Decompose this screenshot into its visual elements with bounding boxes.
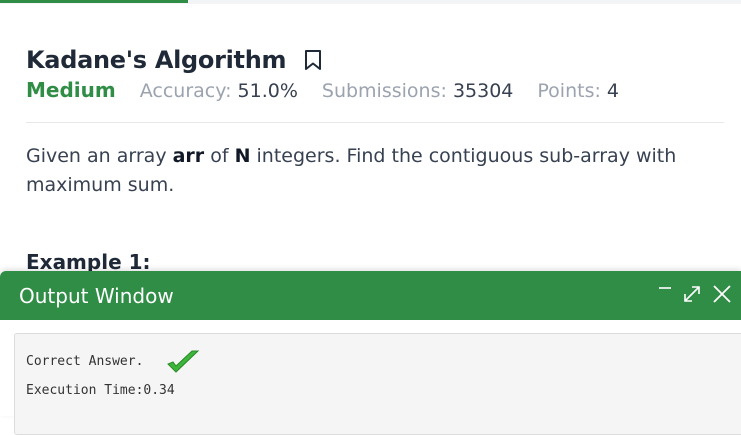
expand-icon[interactable] (681, 283, 703, 310)
submissions-label: Submissions: (321, 80, 447, 102)
output-window-header[interactable]: Output Window (0, 271, 741, 320)
top-progress-bar (0, 0, 741, 4)
difficulty-badge: Medium (26, 78, 116, 102)
statement-text: Given an array (26, 145, 173, 167)
close-icon[interactable] (711, 283, 733, 310)
problem-meta: Medium Accuracy: 51.0% Submissions: 3530… (26, 78, 726, 108)
output-window-title: Output Window (19, 283, 174, 308)
points-label: Points: (537, 80, 601, 102)
statement-n: N (234, 145, 251, 167)
statement-text: of (204, 145, 235, 167)
output-console: Correct Answer. Execution Time:0.34 (14, 333, 741, 435)
execution-time: Execution Time:0.34 (26, 383, 175, 398)
submissions-value: 35304 (452, 80, 514, 102)
accuracy-label: Accuracy: (139, 80, 232, 102)
accuracy-stat: Accuracy: 51.0% (140, 80, 298, 102)
title-row: Kadane's Algorithm (26, 42, 726, 78)
statement-arr: arr (172, 145, 205, 167)
points-value: 4 (606, 80, 620, 102)
points-stat: Points: 4 (537, 80, 619, 102)
submissions-stat: Submissions: 35304 (322, 80, 514, 102)
window-controls (649, 283, 733, 310)
divider (26, 122, 724, 123)
problem-statement: Given an array arr of N integers. Find t… (26, 142, 716, 200)
accuracy-value: 51.0% (237, 80, 298, 102)
result-text: Correct Answer. (26, 354, 144, 369)
output-window: Output Window Correct Answer. Execution … (0, 271, 741, 435)
problem-header: Kadane's Algorithm Medium Accuracy: 51.0… (26, 42, 726, 123)
minimize-icon[interactable] (657, 284, 673, 309)
problem-title: Kadane's Algorithm (26, 46, 287, 74)
progress-fill (0, 0, 188, 3)
bookmark-icon[interactable] (304, 49, 322, 71)
checkmark-icon (165, 348, 201, 378)
example-heading: Example 1: (26, 250, 151, 272)
